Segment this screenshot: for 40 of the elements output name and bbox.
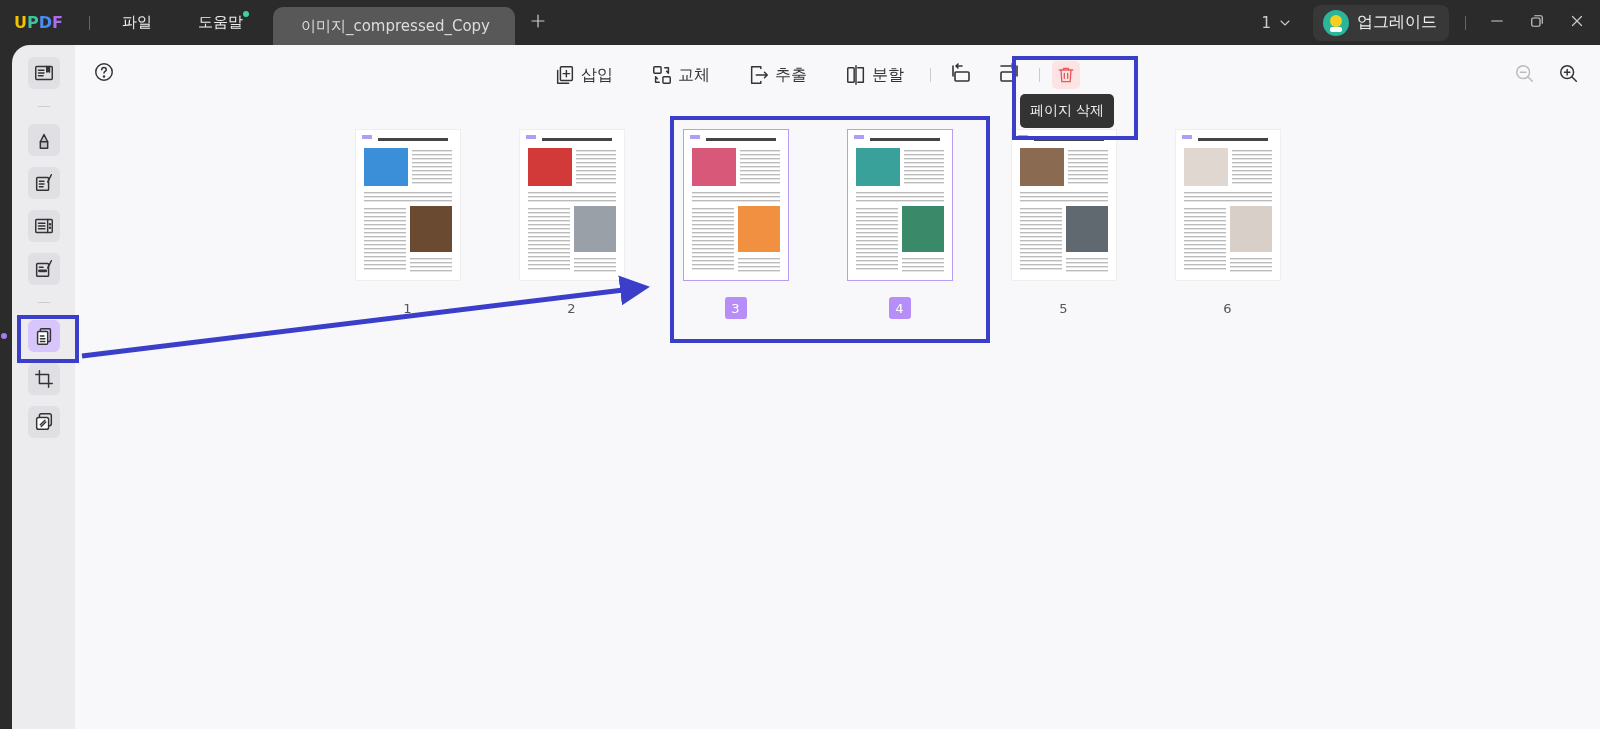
insert-page-icon — [554, 64, 576, 86]
toolbar-button[interactable]: 추출 — [748, 64, 807, 86]
delete-page-button[interactable] — [1052, 61, 1080, 89]
sidebar-button[interactable] — [27, 363, 60, 395]
rotate-right-icon[interactable] — [997, 61, 1021, 85]
replace-page-icon — [651, 64, 673, 86]
trash-icon — [1056, 65, 1076, 85]
tab-title: 이미지_compressed_Copy — [300, 16, 490, 36]
avatar-icon — [1323, 9, 1349, 36]
zoom-in-icon[interactable] — [1558, 63, 1580, 85]
selection-indicator — [0, 333, 7, 339]
page-number: 1 — [402, 299, 413, 318]
help-icon[interactable] — [93, 61, 115, 83]
upgrade-button[interactable]: 업그레이드 — [1313, 4, 1449, 41]
sidebar-button[interactable] — [27, 57, 60, 89]
page-number: 5 — [1058, 299, 1069, 318]
crop-icon — [32, 368, 55, 390]
page-selector[interactable]: 1 — [1261, 13, 1293, 32]
menu-item[interactable]: 도움말 — [191, 9, 249, 36]
highlight-frame — [17, 315, 79, 363]
sidebar-button[interactable] — [27, 167, 60, 199]
page-number: 3 — [724, 297, 747, 319]
sidebar-button[interactable] — [27, 124, 60, 156]
rotate-left-icon[interactable] — [949, 61, 973, 85]
page-number: 2 — [566, 299, 577, 318]
sidebar-button[interactable] — [27, 406, 60, 438]
page-thumbnail[interactable] — [846, 129, 953, 281]
menu-item[interactable]: 파일 — [115, 9, 158, 36]
toolbar-button[interactable]: 삽입 — [554, 64, 613, 86]
split-page-icon — [845, 64, 867, 86]
extract-page-icon — [748, 64, 770, 86]
tooltip: 페이지 삭제 — [1020, 94, 1115, 128]
toolbar-button[interactable]: 분할 — [845, 64, 904, 86]
page-number: 6 — [1222, 299, 1233, 318]
document-tab[interactable]: 이미지_compressed_Copy — [272, 7, 515, 45]
sidebar-button[interactable] — [27, 253, 60, 285]
page-number: 4 — [888, 297, 911, 319]
sidebar-button[interactable] — [27, 210, 60, 242]
toolbar-button[interactable]: 교체 — [651, 64, 710, 86]
page-thumbnail[interactable] — [682, 129, 789, 281]
